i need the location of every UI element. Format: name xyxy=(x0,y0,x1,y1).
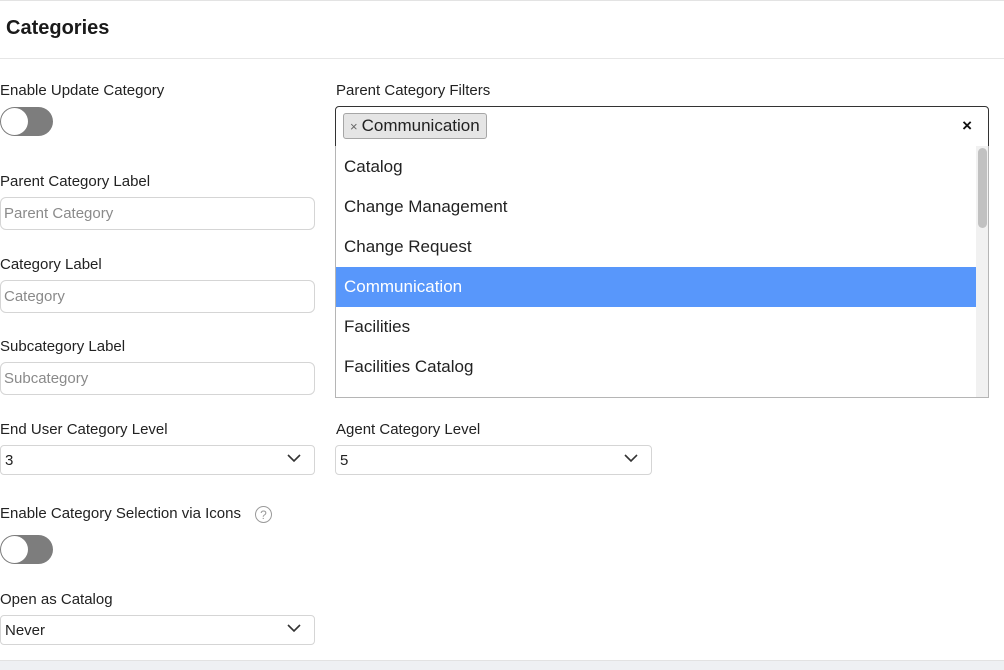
enable-update-category-label: Enable Update Category xyxy=(0,82,165,99)
parent-category-filters-label: Parent Category Filters xyxy=(336,82,491,99)
chevron-down-icon xyxy=(287,454,301,463)
dropdown-option-highlighted[interactable]: Communication xyxy=(336,267,976,307)
help-icon[interactable]: ? xyxy=(255,506,272,523)
category-label-caption: Category Label xyxy=(0,256,102,273)
subcategory-label-caption: Subcategory Label xyxy=(0,338,126,355)
parent-category-filters-dropdown: Catalog Change Management Change Request… xyxy=(335,146,989,398)
open-as-catalog-select[interactable]: Never xyxy=(0,615,315,645)
agent-category-level-value: 5 xyxy=(340,452,349,469)
enable-category-selection-icons-label: Enable Category Selection via Icons xyxy=(0,505,241,522)
dropdown-option[interactable]: Change Management xyxy=(336,187,976,227)
parent-category-filters-multiselect[interactable]: × Communication × xyxy=(335,106,989,147)
parent-category-label-caption: Parent Category Label xyxy=(0,173,151,190)
selected-chip-label: Communication xyxy=(361,116,480,135)
page-header: Categories xyxy=(0,1,1004,59)
open-as-catalog-value: Never xyxy=(5,622,46,639)
end-user-category-level-value: 3 xyxy=(5,452,14,469)
page-title: Categories xyxy=(6,17,110,39)
end-user-category-level-label: End User Category Level xyxy=(0,421,168,438)
toggle-knob xyxy=(1,108,28,135)
open-as-catalog-label: Open as Catalog xyxy=(0,591,113,608)
enable-update-category-toggle[interactable] xyxy=(0,107,53,136)
toggle-knob xyxy=(1,536,28,563)
enable-category-selection-icons-toggle[interactable] xyxy=(0,535,53,564)
subcategory-label-input[interactable] xyxy=(0,362,315,395)
dropdown-option[interactable]: Facilities xyxy=(336,307,976,347)
scrollbar-thumb[interactable] xyxy=(978,148,987,228)
agent-category-level-select[interactable]: 5 xyxy=(335,445,652,475)
remove-chip-icon[interactable]: × xyxy=(350,119,358,134)
dropdown-option[interactable]: Facilities Catalog xyxy=(336,347,976,387)
clear-all-icon[interactable]: × xyxy=(962,116,972,136)
chevron-down-icon xyxy=(287,624,301,633)
dropdown-option[interactable]: Change Request xyxy=(336,227,976,267)
parent-category-label-input[interactable] xyxy=(0,197,315,230)
dropdown-option[interactable]: Catalog xyxy=(336,147,976,187)
category-label-input[interactable] xyxy=(0,280,315,313)
end-user-category-level-select[interactable]: 3 xyxy=(0,445,315,475)
selected-chip: × Communication xyxy=(343,113,487,139)
chevron-down-icon xyxy=(624,454,638,463)
dropdown-scrollbar[interactable] xyxy=(976,146,988,397)
agent-category-level-label: Agent Category Level xyxy=(336,421,481,438)
